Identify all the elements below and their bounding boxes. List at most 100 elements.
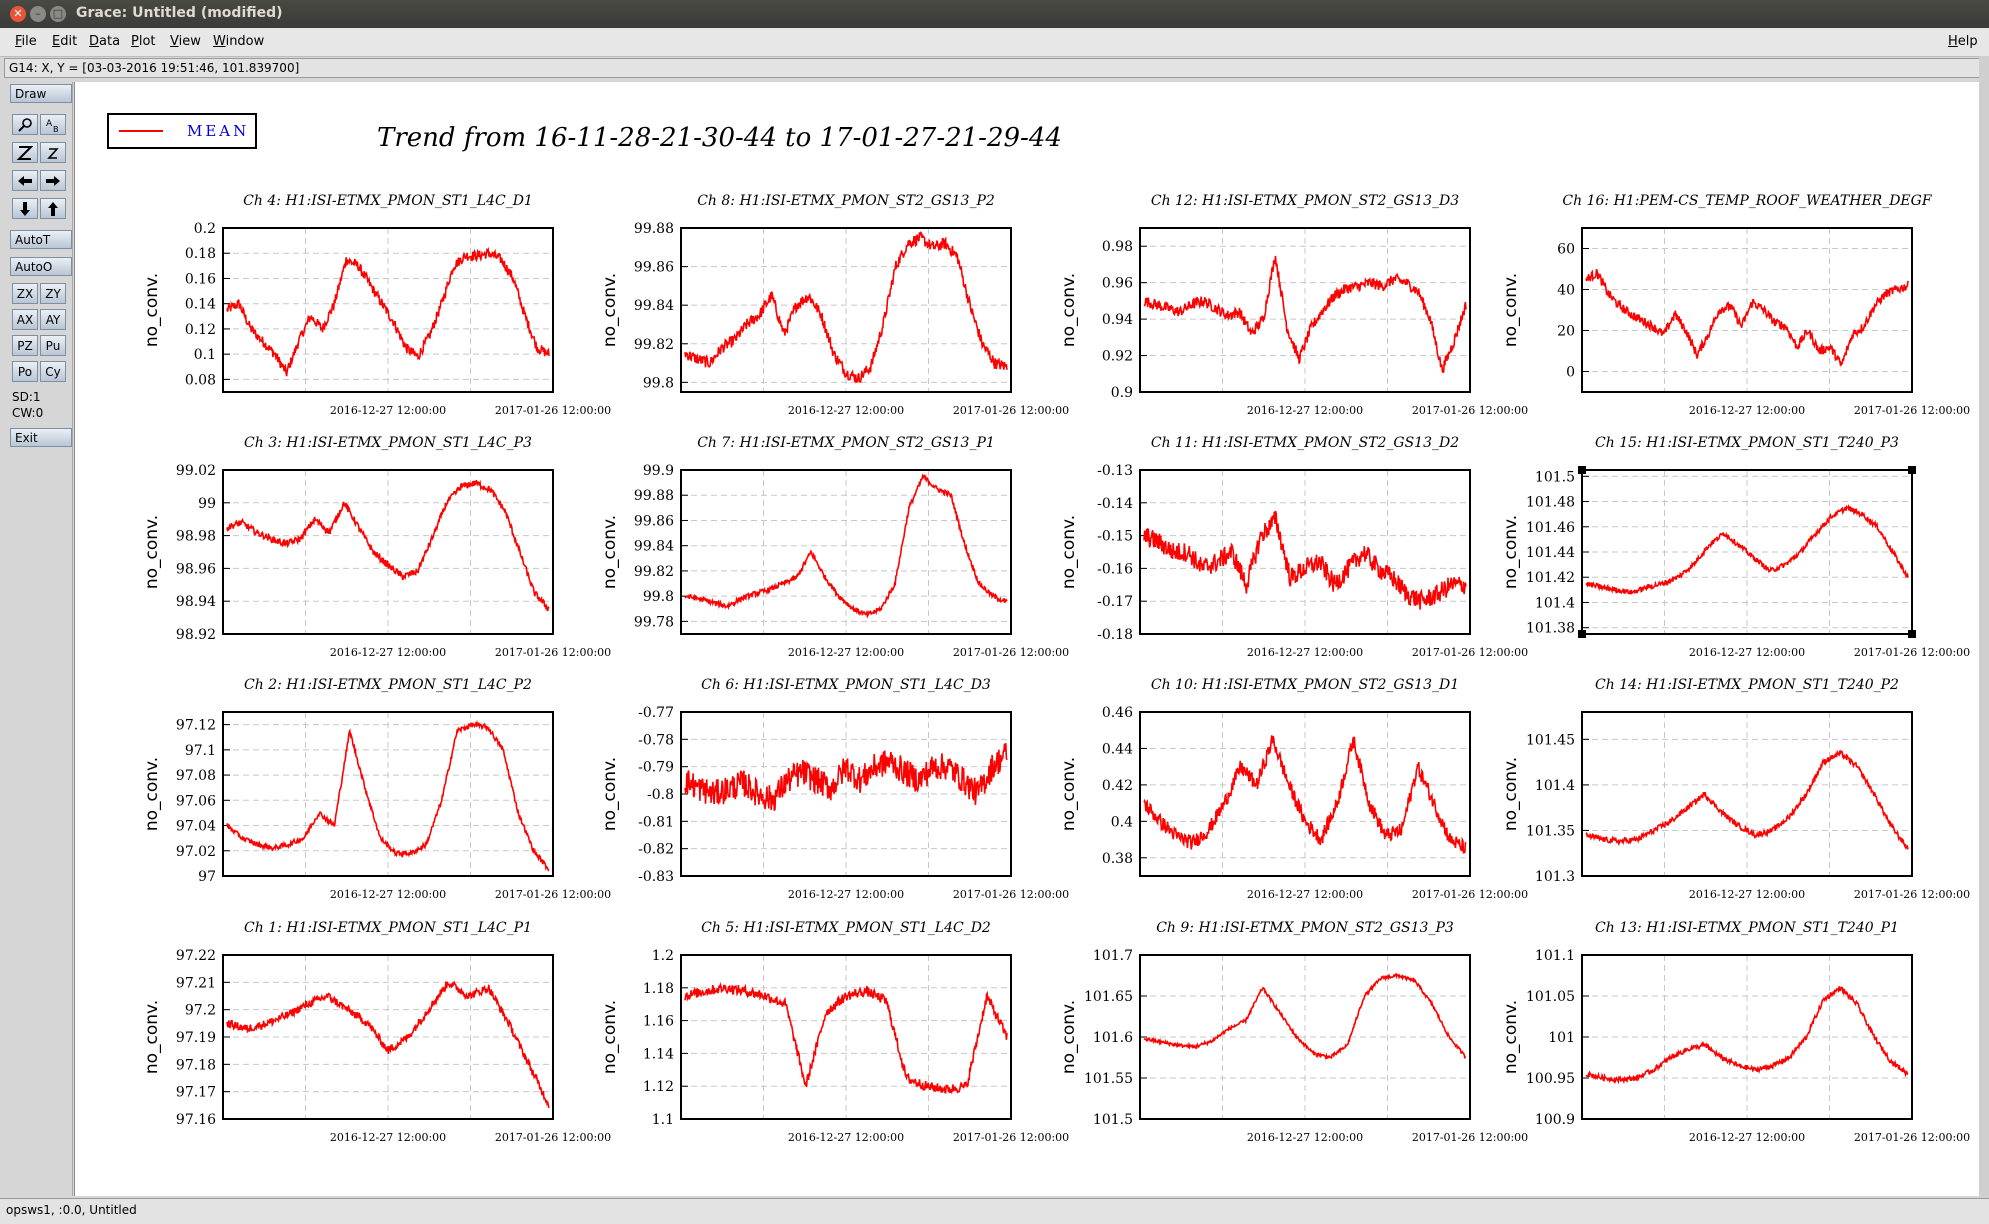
- zx-button[interactable]: ZX: [12, 283, 38, 304]
- locator-readout: G14: X, Y = [03-03-2016 19:51:46, 101.83…: [4, 58, 1981, 78]
- text-tool-button[interactable]: AB: [40, 114, 66, 135]
- y-tick-label: 0.9: [1111, 385, 1133, 401]
- scroll-left-button[interactable]: [12, 170, 38, 191]
- y-tick-label: 40: [1557, 283, 1575, 299]
- y-tick-label: 0.2: [194, 221, 216, 237]
- y-axis-label: no_conv.: [1501, 273, 1521, 347]
- y-tick-label: 97.12: [176, 718, 216, 734]
- legend-label: MEAN: [187, 122, 249, 140]
- maximize-icon[interactable]: □: [50, 6, 66, 22]
- menu-edit[interactable]: Edit: [52, 34, 77, 49]
- x-tick-label: 2017-01-26 12:00:00: [1854, 888, 1970, 901]
- graph-4[interactable]: 60 40 20 0 2016-12-27 12:00:00 2017-01-26 12:…: [1501, 193, 1970, 417]
- selection-handle[interactable]: [1578, 630, 1586, 638]
- menu-data[interactable]: Data: [89, 34, 120, 49]
- y-tick-label: 0.14: [185, 297, 216, 313]
- y-tick-label: 0.18: [185, 246, 216, 262]
- y-tick-label: 97.17: [176, 1085, 216, 1101]
- y-tick-label: 101.42: [1526, 570, 1575, 586]
- y-tick-label: 98.94: [176, 594, 216, 610]
- menubar: File Edit Data Plot View Window Help: [0, 28, 1989, 57]
- graph-11[interactable]: 0.46 0.44 0.42 0.4 0.38 2016-12-27 12:00:00 20…: [1059, 677, 1528, 901]
- menu-help[interactable]: Help: [1948, 34, 1978, 49]
- y-tick-label: 97.19: [176, 1030, 216, 1046]
- graph-16[interactable]: 101.1 101.05 101 100.95 100.9 2016-12-27 12:0…: [1501, 920, 1970, 1144]
- scroll-down-button[interactable]: [12, 198, 38, 219]
- y-tick-label: 0.1: [194, 347, 216, 363]
- graph-9[interactable]: 97.12 97.1 97.08 97.06 97.04 97.02 97 2016-12-2…: [142, 677, 611, 901]
- selection-handle[interactable]: [1578, 466, 1586, 474]
- graph-2[interactable]: 99.88 99.86 99.84 99.82 99.8 2016-12-27 12:00…: [600, 193, 1069, 417]
- y-tick-label: 0.08: [185, 372, 216, 388]
- graph-7[interactable]: -0.13 -0.14 -0.15 -0.16 -0.17 -0.18 2016-12-27…: [1059, 435, 1528, 659]
- y-tick-label: 100.9: [1535, 1112, 1575, 1128]
- selection-handle[interactable]: [1908, 630, 1916, 638]
- zoom-x-button[interactable]: [12, 142, 38, 163]
- graph-title: Ch 3: H1:ISI-ETMX_PMON_ST1_L4C_P3: [244, 435, 532, 451]
- y-tick-label: 101.5: [1093, 1112, 1133, 1128]
- right-scrollbar[interactable]: [1979, 56, 1989, 1198]
- plot-canvas[interactable]: MEAN Trend from 16-11-28-21-30-44 to 17-…: [74, 82, 1989, 1196]
- zy-button[interactable]: ZY: [40, 283, 66, 304]
- x-tick-label: 2016-12-27 12:00:00: [1247, 888, 1363, 901]
- zoom-small-button[interactable]: [40, 142, 66, 163]
- selection-handle[interactable]: [1908, 466, 1916, 474]
- minimize-icon[interactable]: –: [30, 6, 46, 22]
- close-icon[interactable]: ✕: [10, 6, 26, 22]
- exit-button[interactable]: Exit: [10, 428, 72, 447]
- y-axis-label: no_conv.: [1501, 515, 1521, 589]
- graph-3[interactable]: 0.98 0.96 0.94 0.92 0.9 2016-12-27 12:00:00 20…: [1059, 193, 1528, 417]
- cy-button[interactable]: Cy: [40, 361, 66, 382]
- ay-button[interactable]: AY: [40, 309, 66, 330]
- y-tick-label: 20: [1557, 324, 1575, 340]
- draw-button[interactable]: Draw: [10, 84, 72, 103]
- graph-10[interactable]: -0.77 -0.78 -0.79 -0.8 -0.81 -0.82 -0.83 2016-1…: [600, 677, 1069, 901]
- x-tick-label: 2016-12-27 12:00:00: [1689, 1131, 1805, 1144]
- graph-title: Ch 13: H1:ISI-ETMX_PMON_ST1_T240_P1: [1595, 920, 1899, 936]
- x-tick-label: 2017-01-26 12:00:00: [1412, 888, 1528, 901]
- pu-button[interactable]: Pu: [40, 335, 66, 356]
- y-tick-label: -0.15: [1097, 529, 1133, 545]
- y-axis-label: no_conv.: [600, 273, 620, 347]
- po-button[interactable]: Po: [12, 361, 38, 382]
- ax-button[interactable]: AX: [12, 309, 38, 330]
- graph-1[interactable]: 0.2 0.18 0.16 0.14 0.12 0.1 0.08 2016-12-27 12:…: [142, 193, 611, 417]
- graph-15[interactable]: 101.7 101.65 101.6 101.55 101.5 2016-12-27 12…: [1059, 920, 1528, 1144]
- graph-14[interactable]: 1.2 1.18 1.16 1.14 1.12 1.1 2016-12-27 12:00:0…: [600, 920, 1069, 1144]
- graph-12[interactable]: 101.45 101.4 101.35 101.3 2016-12-27 12:00:0…: [1501, 677, 1970, 901]
- x-tick-label: 2016-12-27 12:00:00: [788, 1131, 904, 1144]
- y-tick-label: 0.44: [1102, 741, 1133, 757]
- graph-title: Ch 4: H1:ISI-ETMX_PMON_ST1_L4C_D1: [243, 193, 533, 209]
- zoom-button[interactable]: [12, 114, 38, 135]
- scroll-up-button[interactable]: [40, 198, 66, 219]
- y-tick-label: 101.35: [1526, 823, 1575, 839]
- graph-title: Ch 15: H1:ISI-ETMX_PMON_ST1_T240_P3: [1595, 435, 1899, 451]
- autoo-button[interactable]: AutoO: [10, 257, 72, 276]
- y-tick-label: 101.6: [1093, 1030, 1133, 1046]
- graph-13[interactable]: 97.22 97.21 97.2 97.19 97.18 97.17 97.16 2016-1…: [142, 920, 611, 1144]
- text-tool-icon: AB: [46, 119, 59, 133]
- y-tick-label: 0.92: [1102, 349, 1133, 365]
- y-tick-label: 1.12: [643, 1079, 674, 1095]
- graph-5[interactable]: 99.02 99 98.98 98.96 98.94 98.92 2016-12-27 12…: [142, 435, 611, 659]
- legend-box[interactable]: MEAN: [107, 113, 257, 149]
- menu-view[interactable]: View: [170, 34, 201, 49]
- current-world-label: CW:0: [12, 406, 44, 420]
- scroll-right-button[interactable]: [40, 170, 66, 191]
- y-tick-label: -0.18: [1097, 627, 1133, 643]
- menu-plot[interactable]: Plot: [131, 34, 156, 49]
- y-tick-label: 0: [1566, 365, 1575, 381]
- graph-8[interactable]: 101.5 101.48 101.46 101.44 101.42 101.4 101.38…: [1501, 435, 1970, 659]
- graph-title: Ch 16: H1:PEM-CS_TEMP_ROOF_WEATHER_DEGF: [1562, 193, 1932, 209]
- y-tick-label: 100.95: [1526, 1071, 1575, 1087]
- y-tick-label: 99.02: [176, 463, 216, 479]
- x-tick-label: 2016-12-27 12:00:00: [1247, 646, 1363, 659]
- x-tick-label: 2016-12-27 12:00:00: [1247, 1131, 1363, 1144]
- graph-6[interactable]: 99.9 99.88 99.86 99.84 99.82 99.8 99.78 2016-12…: [600, 435, 1069, 659]
- y-tick-label: 97.18: [176, 1057, 216, 1073]
- menu-file[interactable]: File: [15, 34, 37, 49]
- autot-button[interactable]: AutoT: [10, 230, 72, 249]
- menu-window[interactable]: Window: [213, 34, 264, 49]
- pz-button[interactable]: PZ: [12, 335, 38, 356]
- plot-area[interactable]: MEAN Trend from 16-11-28-21-30-44 to 17-…: [75, 82, 1989, 1196]
